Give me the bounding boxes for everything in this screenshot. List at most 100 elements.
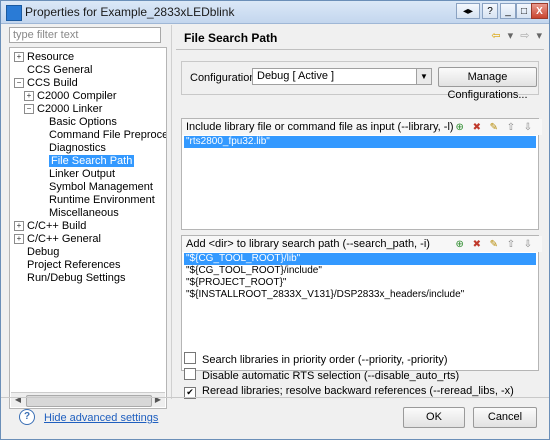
library-files-toolbar: ⊕ ✖ ✎ ⇧ ⇩ <box>452 121 534 134</box>
checkbox-box[interactable] <box>184 368 196 380</box>
list-item[interactable]: "${CG_TOOL_ROOT}/include" <box>184 265 536 277</box>
tree-item[interactable]: Run/Debug Settings <box>14 272 125 285</box>
configuration-bar: Configuration: Debug [ Active ] ▼ Manage… <box>181 61 539 101</box>
tree-item[interactable]: − CCS Build <box>14 77 78 90</box>
tree-item[interactable]: File Search Path <box>36 155 135 168</box>
library-files-panel: Include library file or command file as … <box>181 118 542 230</box>
back-icon[interactable]: ⇦ <box>491 30 500 42</box>
properties-dialog: Properties for Example_2833xLEDblink ◂▸ … <box>0 0 550 440</box>
scroll-right-icon[interactable]: ▶ <box>151 393 165 407</box>
configuration-value: Debug [ Active ] <box>257 70 335 82</box>
tree-item[interactable]: + C/C++ Build <box>14 220 86 233</box>
configuration-select[interactable]: Debug [ Active ] ▼ <box>252 68 432 85</box>
move-down-icon[interactable]: ⇩ <box>522 239 534 251</box>
title-rule <box>176 49 544 50</box>
tree-item[interactable]: Runtime Environment <box>36 194 155 207</box>
forward-icon[interactable]: ⇨ <box>520 30 529 42</box>
reread-libraries-checkbox[interactable]: ✔ Reread libraries; resolve backward refe… <box>184 384 514 399</box>
tree-horizontal-scrollbar[interactable]: ◀ ▶ <box>11 392 165 407</box>
search-path-panel: Add <dir> to library search path (--sear… <box>181 235 542 371</box>
tree-item-label: C2000 Linker <box>37 103 103 115</box>
list-item[interactable]: "${PROJECT_ROOT}" <box>184 277 536 289</box>
window-nav-button[interactable]: ◂▸ <box>456 3 480 19</box>
edit-icon[interactable]: ✎ <box>488 122 500 134</box>
expand-icon[interactable]: + <box>14 234 24 245</box>
title-bar: Properties for Example_2833xLEDblink ◂▸ … <box>1 1 549 24</box>
tree-item-label: Resource <box>27 51 75 63</box>
category-tree: Run/Debug Settings Project References Debu… <box>9 47 167 409</box>
checkbox-box[interactable] <box>184 352 196 364</box>
tree-item-label: Diagnostics <box>49 142 106 154</box>
tree-item[interactable]: Linker Output <box>36 168 115 181</box>
cancel-button[interactable]: Cancel <box>473 407 537 428</box>
delete-icon[interactable]: ✖ <box>471 239 483 251</box>
tree-item[interactable]: + C2000 Compiler <box>24 90 116 103</box>
page-nav: ⇦ ▾ ⇨ ▾ <box>487 29 542 42</box>
disable-rts-checkbox[interactable]: Disable automatic RTS selection (--disab… <box>184 368 459 382</box>
edit-icon[interactable]: ✎ <box>488 239 500 251</box>
move-up-icon[interactable]: ⇧ <box>505 122 517 134</box>
tree-item-label: Runtime Environment <box>49 194 155 206</box>
tree-item[interactable]: Symbol Management <box>36 181 153 194</box>
expand-icon[interactable]: + <box>14 52 24 63</box>
expand-icon[interactable]: + <box>14 221 24 232</box>
app-icon <box>6 5 22 21</box>
tree-item-label: Command File Preprocessing <box>49 129 166 141</box>
help-icon[interactable]: ? <box>19 409 35 425</box>
back-menu-icon[interactable]: ▾ <box>508 30 514 42</box>
collapse-icon[interactable]: − <box>24 104 34 115</box>
page-title: File Search Path <box>184 31 278 45</box>
list-item[interactable]: "${INSTALLROOT_2833X_V131}/DSP2833x_head… <box>184 289 536 301</box>
move-down-icon[interactable]: ⇩ <box>522 122 534 134</box>
maximize-button[interactable]: □ <box>516 3 532 19</box>
manage-configurations-button[interactable]: Manage Configurations... <box>438 67 537 101</box>
checkbox-label: Reread libraries; resolve backward refer… <box>202 385 514 397</box>
tree-item-label: CCS General <box>27 64 93 76</box>
tree-item-label: Miscellaneous <box>49 207 119 219</box>
add-icon[interactable]: ⊕ <box>454 239 466 251</box>
checkbox-label: Search libraries in priority order (--pr… <box>202 354 448 366</box>
right-pane: File Search Path ⇦ ▾ ⇨ ▾ Configuration: … <box>176 27 544 401</box>
tree-item-label: C/C++ General <box>27 233 101 245</box>
ok-button[interactable]: OK <box>403 407 465 428</box>
window-title: Properties for Example_2833xLEDblink <box>25 5 235 19</box>
forward-menu-icon[interactable]: ▾ <box>536 30 542 42</box>
close-button[interactable]: X <box>531 3 548 19</box>
chevron-down-icon[interactable]: ▼ <box>416 69 431 84</box>
tree-item[interactable]: Miscellaneous <box>36 207 119 220</box>
tree-item[interactable]: Basic Options <box>36 116 117 129</box>
minimize-button[interactable]: _ <box>500 3 516 19</box>
tree-item-label: C2000 Compiler <box>37 90 117 102</box>
scroll-left-icon[interactable]: ◀ <box>11 393 25 407</box>
expand-icon[interactable]: + <box>24 91 34 102</box>
tree-item[interactable]: Command File Preprocessing <box>36 129 166 142</box>
tree-item[interactable]: + C/C++ General <box>14 233 101 246</box>
tree-item-label: Symbol Management <box>49 181 153 193</box>
add-icon[interactable]: ⊕ <box>454 122 466 134</box>
list-item[interactable]: "rts2800_fpu32.lib" <box>184 136 536 148</box>
footer-divider <box>1 397 549 398</box>
tree-item-label: Linker Output <box>49 168 116 180</box>
tree-item[interactable]: CCS General <box>14 64 92 77</box>
window-help-button[interactable]: ? <box>482 3 498 19</box>
hide-advanced-settings-link[interactable]: Hide advanced settings <box>44 412 158 424</box>
tree-item[interactable]: Project References <box>14 259 121 272</box>
tree-item[interactable]: Diagnostics <box>36 142 106 155</box>
delete-icon[interactable]: ✖ <box>471 122 483 134</box>
tree-item-label: C/C++ Build <box>27 220 87 232</box>
list-item[interactable]: "${CG_TOOL_ROOT}/lib" <box>184 253 536 265</box>
tree-item-label: Run/Debug Settings <box>27 272 126 284</box>
priority-order-checkbox[interactable]: Search libraries in priority order (--pr… <box>184 352 448 366</box>
move-up-icon[interactable]: ⇧ <box>505 239 517 251</box>
tree-item-label: Project References <box>27 259 121 271</box>
tree-item[interactable]: Debug <box>14 246 59 259</box>
pane-divider[interactable] <box>171 25 172 399</box>
tree-item[interactable]: + Resource <box>14 51 74 64</box>
configuration-label: Configuration: <box>190 72 259 84</box>
collapse-icon[interactable]: − <box>14 78 24 89</box>
tree-item[interactable]: − C2000 Linker <box>24 103 102 116</box>
checkbox-label: Disable automatic RTS selection (--disab… <box>202 370 460 382</box>
filter-input[interactable]: type filter text <box>9 27 161 43</box>
tree-item-label: CCS Build <box>27 77 78 89</box>
left-pane: type filter text Run/Debug Settings Proje… <box>9 27 167 409</box>
